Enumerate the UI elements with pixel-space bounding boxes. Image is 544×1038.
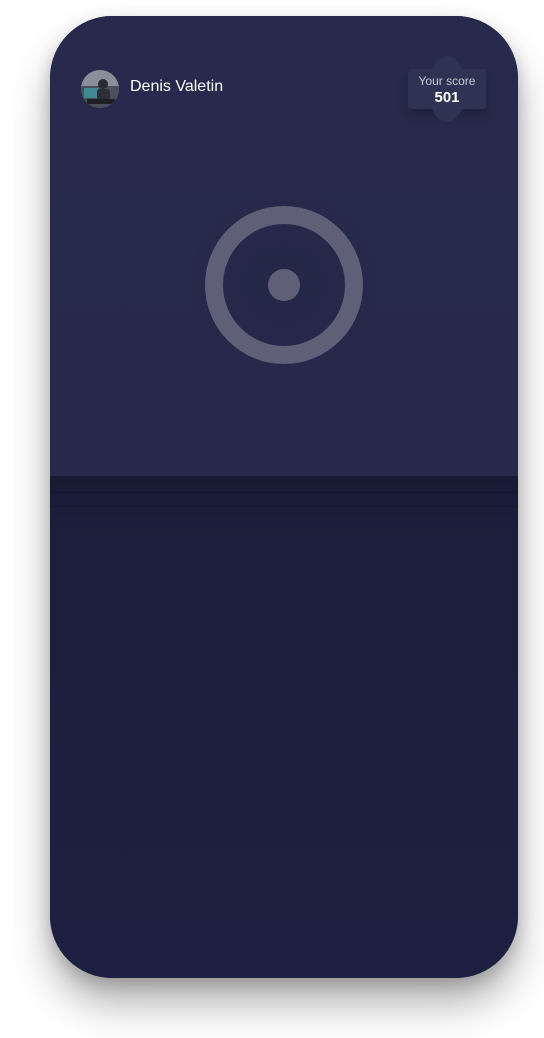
user-name: Denis Valetin [130,78,224,95]
screen: Denis Valetin Your score 501 [0,0,544,1038]
score-value: 501 [434,89,460,106]
score-badge: Your score 501 [408,56,486,122]
avatar[interactable] [81,70,119,108]
phone-frame: Denis Valetin Your score 501 [50,16,518,978]
panel-divider [50,492,518,493]
score-label: Your score [418,74,476,88]
record-target-icon [205,206,363,364]
bottom-panel [50,476,518,978]
record-button[interactable] [205,206,363,364]
avatar-photo-icon [81,70,119,108]
panel-divider [50,506,518,507]
